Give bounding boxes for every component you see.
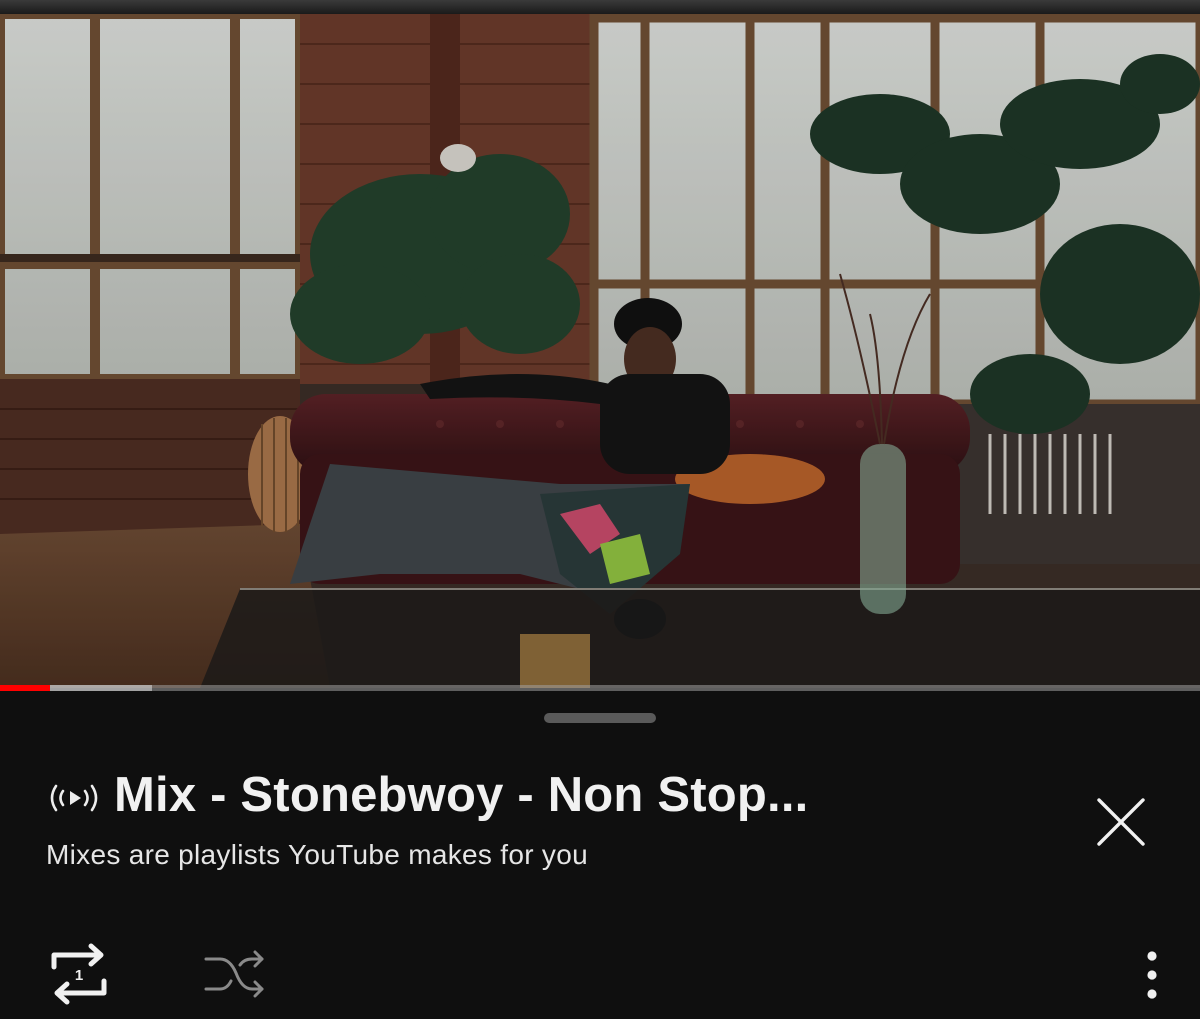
playlist-sheet: Mix - Stonebwoy - Non Stop... Mixes are … [0,691,1200,1019]
playlist-subtitle: Mixes are playlists YouTube makes for yo… [46,839,588,870]
status-strip [0,0,1200,14]
more-vert-icon [1147,951,1157,999]
app-root: Mix - Stonebwoy - Non Stop... Mixes are … [0,0,1200,1019]
shuffle-button[interactable] [200,943,270,1005]
video-frame [0,14,1200,688]
close-button[interactable] [1088,789,1154,855]
drag-handle[interactable] [544,713,656,723]
shuffle-icon [204,950,264,998]
mix-icon [50,784,98,812]
repeat-badge: 1 [75,967,83,984]
close-icon [1097,798,1145,846]
repeat-one-button[interactable]: 1 [44,941,114,1007]
playlist-title: Mix - Stonebwoy - Non Stop... [114,768,809,822]
video-player[interactable] [0,14,1200,688]
more-options-button[interactable] [1130,945,1174,1005]
